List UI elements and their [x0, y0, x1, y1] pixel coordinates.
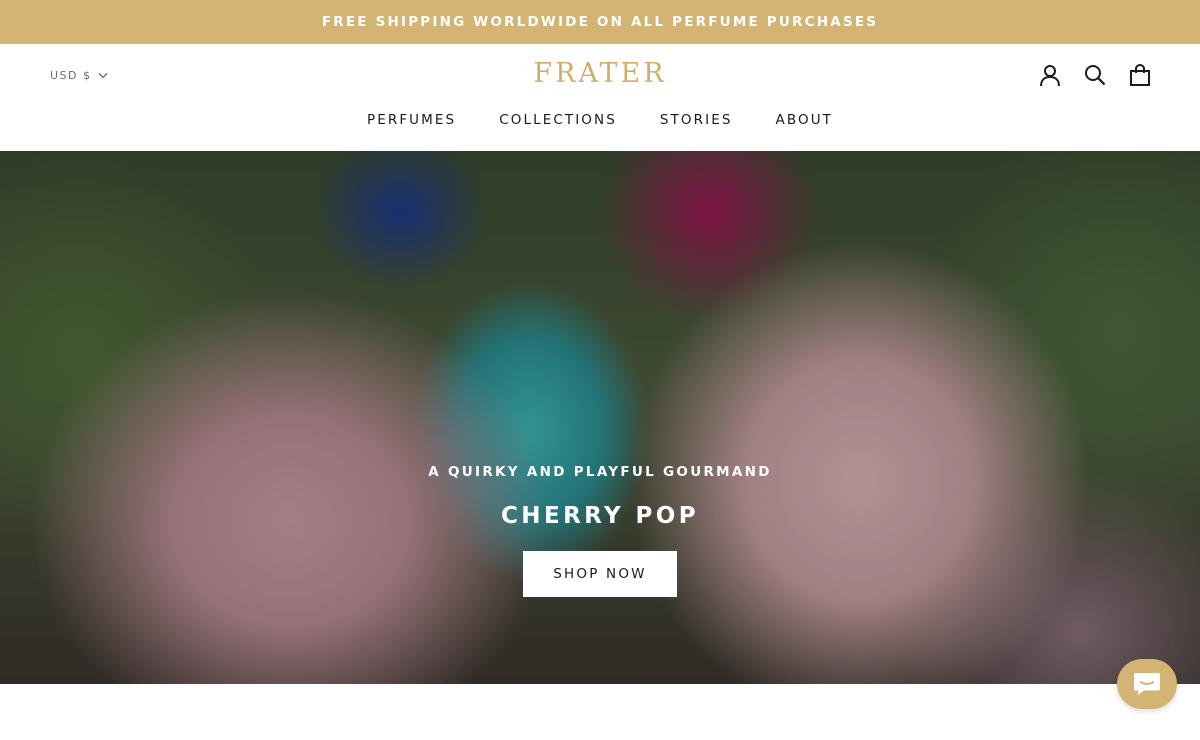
chat-icon	[1134, 673, 1160, 695]
cart-icon[interactable]	[1128, 63, 1152, 87]
hero-subtitle: A QUIRKY AND PLAYFUL GOURMAND	[428, 464, 772, 480]
nav-item-about[interactable]: ABOUT	[776, 112, 834, 128]
nav-item-perfumes[interactable]: PERFUMES	[367, 112, 456, 128]
hero-banner: A QUIRKY AND PLAYFUL GOURMAND CHERRY POP…	[0, 151, 1200, 684]
hero-content: A QUIRKY AND PLAYFUL GOURMAND CHERRY POP…	[0, 464, 1200, 597]
header-icons	[1038, 63, 1152, 87]
search-icon[interactable]	[1083, 63, 1107, 87]
nav-item-stories[interactable]: STORIES	[660, 112, 733, 128]
account-icon[interactable]	[1038, 63, 1062, 87]
announcement-text: FREE SHIPPING WORLDWIDE ON ALL PERFUME P…	[321, 14, 879, 30]
shop-now-button[interactable]: SHOP NOW	[523, 551, 677, 597]
hero-image	[0, 151, 1200, 684]
hero-title: CHERRY POP	[501, 503, 699, 529]
chat-button[interactable]	[1117, 659, 1177, 709]
announcement-bar: FREE SHIPPING WORLDWIDE ON ALL PERFUME P…	[0, 0, 1200, 44]
main-nav: PERFUMES COLLECTIONS STORIES ABOUT	[0, 112, 1200, 128]
site-logo[interactable]: FRATER	[0, 58, 1200, 89]
site-header: USD $ FRATER PERFUMES COLLECTIONS STORIE…	[0, 44, 1200, 151]
nav-item-collections[interactable]: COLLECTIONS	[499, 112, 617, 128]
